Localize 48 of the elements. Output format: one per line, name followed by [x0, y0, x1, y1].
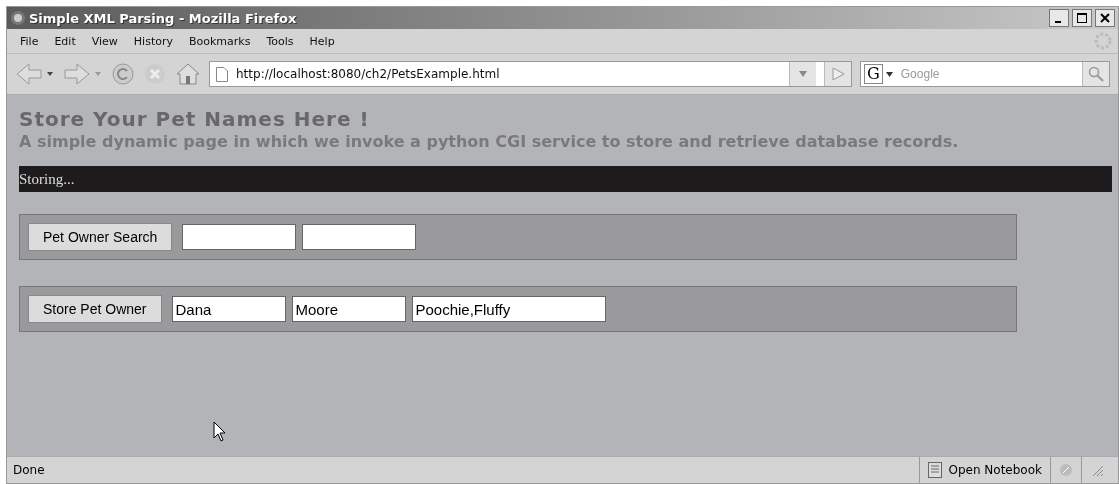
page-heading: Store Your Pet Names Here !	[19, 107, 371, 131]
back-arrow-icon[interactable]	[15, 62, 55, 86]
play-icon	[831, 67, 845, 81]
menu-item[interactable]: Help	[302, 32, 342, 50]
form-button[interactable]: Pet Owner Search	[28, 223, 173, 251]
notebook-icon	[928, 462, 943, 478]
mouse-cursor-icon	[213, 421, 227, 443]
maximize-button[interactable]	[1072, 9, 1092, 27]
menu-item[interactable]: View	[84, 32, 125, 50]
page-subtitle: A simple dynamic page in which we invoke a python CGI service to store and retrieve database records.	[19, 132, 960, 151]
browser-logo-icon	[10, 10, 26, 26]
status-message-bar: Storing...	[19, 166, 1112, 192]
forward-arrow-icon[interactable]	[63, 62, 103, 86]
search-button[interactable]	[1082, 62, 1109, 86]
throbber-icon	[1094, 32, 1112, 50]
close-button[interactable]	[1095, 9, 1115, 27]
text-field[interactable]: Poochie,Fluffy	[411, 296, 606, 322]
dropdown-button[interactable]	[789, 62, 816, 86]
search-field[interactable]: G Google	[860, 61, 1110, 87]
window-title: Simple XML Parsing - Mozilla Firefox	[29, 10, 298, 26]
close-icon	[1100, 13, 1110, 23]
search-icon	[1088, 66, 1104, 82]
security-icon	[1059, 463, 1073, 477]
text-field[interactable]	[182, 224, 297, 250]
search-engine-selector[interactable]: G	[864, 64, 883, 84]
go-button[interactable]	[824, 62, 851, 86]
status-text: Done	[12, 463, 46, 477]
minimize-icon	[1054, 21, 1061, 23]
form-button[interactable]: Store Pet Owner	[28, 295, 162, 323]
address-bar[interactable]: http://localhost:8080/ch2/PetsExample.html	[209, 61, 852, 87]
menu-item[interactable]: File	[13, 32, 46, 50]
page-icon	[216, 66, 228, 82]
resize-grip-icon	[1090, 463, 1104, 477]
menu-item[interactable]: Tools	[259, 32, 301, 50]
menu-item[interactable]: Edit	[47, 32, 83, 50]
home-icon[interactable]	[175, 62, 201, 86]
text-field[interactable]: Dana	[171, 296, 286, 322]
text-field[interactable]	[302, 224, 417, 250]
notebook-link[interactable]: Open Notebook	[948, 463, 1042, 477]
text-field[interactable]: Moore	[291, 296, 406, 322]
maximize-icon	[1077, 13, 1087, 23]
menu-item[interactable]: History	[126, 32, 180, 50]
url-text: http://localhost:8080/ch2/PetsExample.html	[236, 67, 501, 81]
caret-icon	[799, 71, 807, 77]
menu-item[interactable]: Bookmarks	[182, 32, 258, 50]
caret-icon	[885, 71, 893, 77]
reload-icon[interactable]	[111, 62, 135, 86]
minimize-button[interactable]	[1049, 9, 1069, 27]
